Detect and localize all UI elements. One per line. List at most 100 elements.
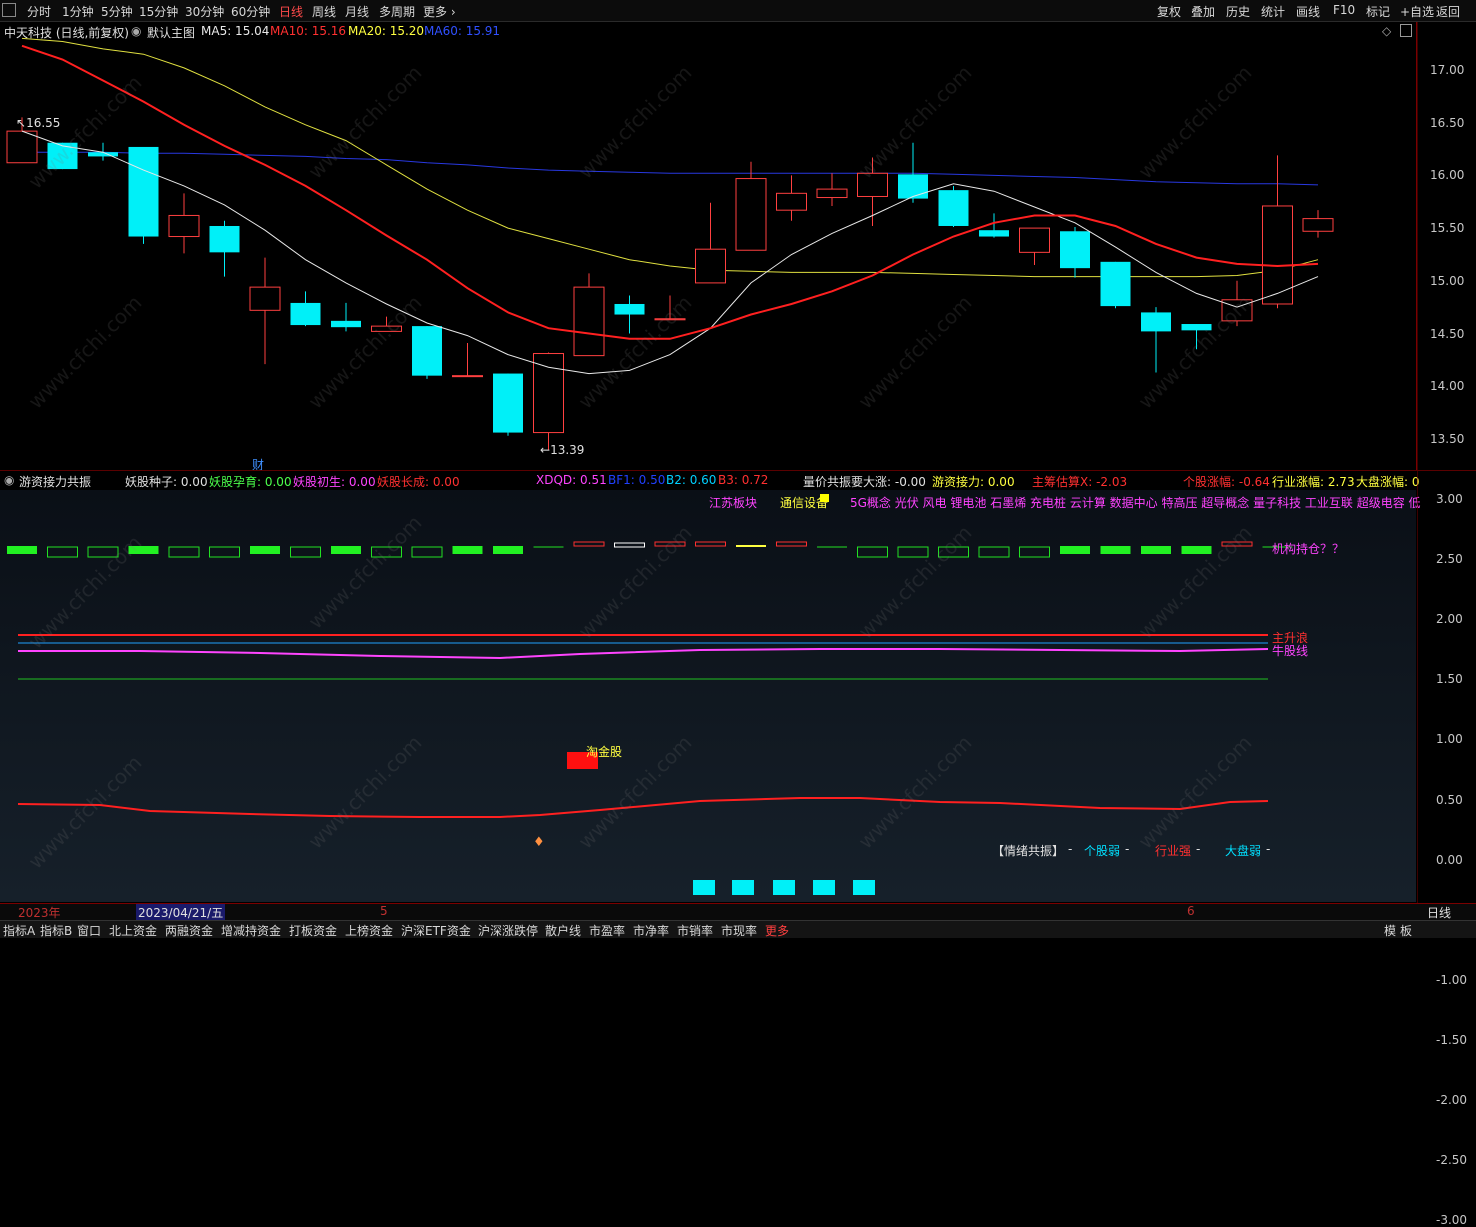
- candle-body: [452, 375, 483, 378]
- month-5-label: 5: [380, 904, 388, 918]
- candle-body: [898, 174, 928, 199]
- ma5-line: [21, 130, 1319, 375]
- bottom-tab-12[interactable]: 市净率: [633, 922, 669, 939]
- bottom-tab-3[interactable]: 北上资金: [109, 922, 157, 939]
- history-button[interactable]: 历史: [1226, 3, 1250, 20]
- price-tick: 13.50: [1430, 432, 1465, 446]
- emotion-stock: 个股弱: [1084, 844, 1121, 858]
- emotion-industry: 行业强: [1155, 844, 1192, 858]
- indicator-tick: 0.50: [1436, 792, 1463, 807]
- emotion-market: 大盘弱: [1225, 844, 1262, 858]
- candle-body: [1141, 312, 1171, 332]
- window-icon[interactable]: [2, 3, 16, 17]
- mark-button[interactable]: 标记: [1366, 3, 1390, 20]
- candle-body: [331, 320, 361, 328]
- candle-body: [735, 178, 767, 251]
- candle-body: [1302, 218, 1334, 232]
- candle-body: [249, 286, 281, 311]
- tab-multi-period[interactable]: 多周期: [379, 3, 415, 20]
- bottom-right-1[interactable]: 板: [1400, 922, 1412, 939]
- candle-body: [128, 146, 159, 237]
- price-tick: 16.00: [1430, 168, 1465, 182]
- indicator-axis: [1417, 471, 1476, 903]
- candle-body: [1100, 261, 1131, 307]
- overlay-button[interactable]: 叠加: [1191, 3, 1215, 20]
- bottom-tab-14[interactable]: 市现率: [721, 922, 757, 939]
- bottom-tab-13[interactable]: 市销率: [677, 922, 713, 939]
- month-6-label: 6: [1187, 904, 1195, 918]
- bottom-tab-15[interactable]: 更多: [765, 922, 789, 939]
- indicator-tick: -2.50: [1436, 1153, 1468, 1168]
- indicator-tick: -3.00: [1436, 1213, 1468, 1227]
- candle-body: [290, 302, 321, 326]
- add-favorite-button[interactable]: +自选: [1400, 3, 1434, 20]
- candle-body: [614, 303, 645, 315]
- bottom-tab-8[interactable]: 沪深ETF资金: [401, 922, 471, 939]
- niuguxian-label: 牛股线: [1272, 644, 1309, 658]
- emotion-title: 【情绪共振】: [992, 844, 1065, 858]
- signal-bar: [209, 546, 240, 558]
- signal-bar: [47, 546, 78, 558]
- bottom-tab-1[interactable]: 指标B: [40, 922, 72, 939]
- tab-more[interactable]: 更多 ›: [423, 3, 456, 20]
- bottom-tab-5[interactable]: 增减持资金: [221, 922, 281, 939]
- bottom-tab-11[interactable]: 市盈率: [589, 922, 625, 939]
- indicator-tick: 2.50: [1436, 552, 1463, 567]
- tab-weekly[interactable]: 周线: [312, 3, 336, 20]
- candle-body: [493, 373, 523, 433]
- f10-button[interactable]: F10: [1333, 3, 1355, 17]
- price-tick: 17.00: [1430, 63, 1465, 77]
- indicator-tick: 2.00: [1436, 612, 1463, 627]
- signal-bar: [1019, 546, 1050, 558]
- cursor-date: 2023/04/21/五: [136, 904, 226, 921]
- candle-body: [533, 353, 564, 434]
- cyan-signal: [853, 880, 875, 895]
- signal-bar: [452, 546, 483, 554]
- niuguxian-line: [18, 648, 1269, 660]
- tab-daily[interactable]: 日线: [279, 3, 303, 20]
- low-price-value: 13.39: [550, 443, 585, 457]
- bottom-tab-2[interactable]: 窗口: [77, 922, 101, 939]
- cyan-signal: [773, 880, 795, 895]
- emotion-dash: -: [1196, 842, 1201, 856]
- year-label: 2023年: [18, 906, 61, 920]
- bottom-tab-9[interactable]: 沪深涨跌停: [478, 922, 538, 939]
- tab-15min[interactable]: 15分钟: [139, 3, 178, 20]
- fuquan-button[interactable]: 复权: [1157, 3, 1181, 20]
- signal-bar: [411, 546, 443, 558]
- candle-body: [1060, 231, 1090, 269]
- indicator-chart[interactable]: [0, 472, 1416, 902]
- tab-fenshi[interactable]: 分时: [27, 3, 51, 20]
- bottom-tab-0[interactable]: 指标A: [3, 922, 35, 939]
- candle-body: [979, 230, 1009, 237]
- price-tick: 14.00: [1430, 379, 1465, 393]
- back-button[interactable]: 返回: [1436, 3, 1460, 20]
- tab-60min[interactable]: 60分钟: [231, 3, 270, 20]
- panel-divider[interactable]: [0, 470, 1476, 471]
- price-axis: [1417, 22, 1476, 470]
- candle-body: [938, 190, 969, 226]
- bottom-right-0[interactable]: 模: [1384, 922, 1396, 939]
- stats-button[interactable]: 统计: [1261, 3, 1285, 20]
- signal-bar: [573, 541, 605, 547]
- emotion-dash: -: [1125, 842, 1130, 856]
- main-chart-area[interactable]: [0, 22, 1417, 470]
- bottom-tab-4[interactable]: 两融资金: [165, 922, 213, 939]
- diamond-signal-icon: ♦: [533, 835, 545, 850]
- draw-button[interactable]: 画线: [1296, 3, 1320, 20]
- tab-30min[interactable]: 30分钟: [185, 3, 224, 20]
- tab-1min[interactable]: 1分钟: [62, 3, 94, 20]
- tab-monthly[interactable]: 月线: [345, 3, 369, 20]
- candle-body: [88, 152, 118, 157]
- bottom-tab-7[interactable]: 上榜资金: [345, 922, 393, 939]
- cyan-signal: [693, 880, 715, 895]
- period-label: 日线: [1427, 906, 1452, 920]
- candlestick-chart[interactable]: [0, 22, 1416, 470]
- price-tick: 14.50: [1430, 327, 1465, 341]
- candle-body: [816, 188, 848, 199]
- signal-bar: [1141, 546, 1171, 554]
- bottom-tab-6[interactable]: 打板资金: [289, 922, 337, 939]
- signal-bar: [290, 546, 321, 558]
- bottom-tab-10[interactable]: 散户线: [545, 922, 581, 939]
- tab-5min[interactable]: 5分钟: [101, 3, 133, 20]
